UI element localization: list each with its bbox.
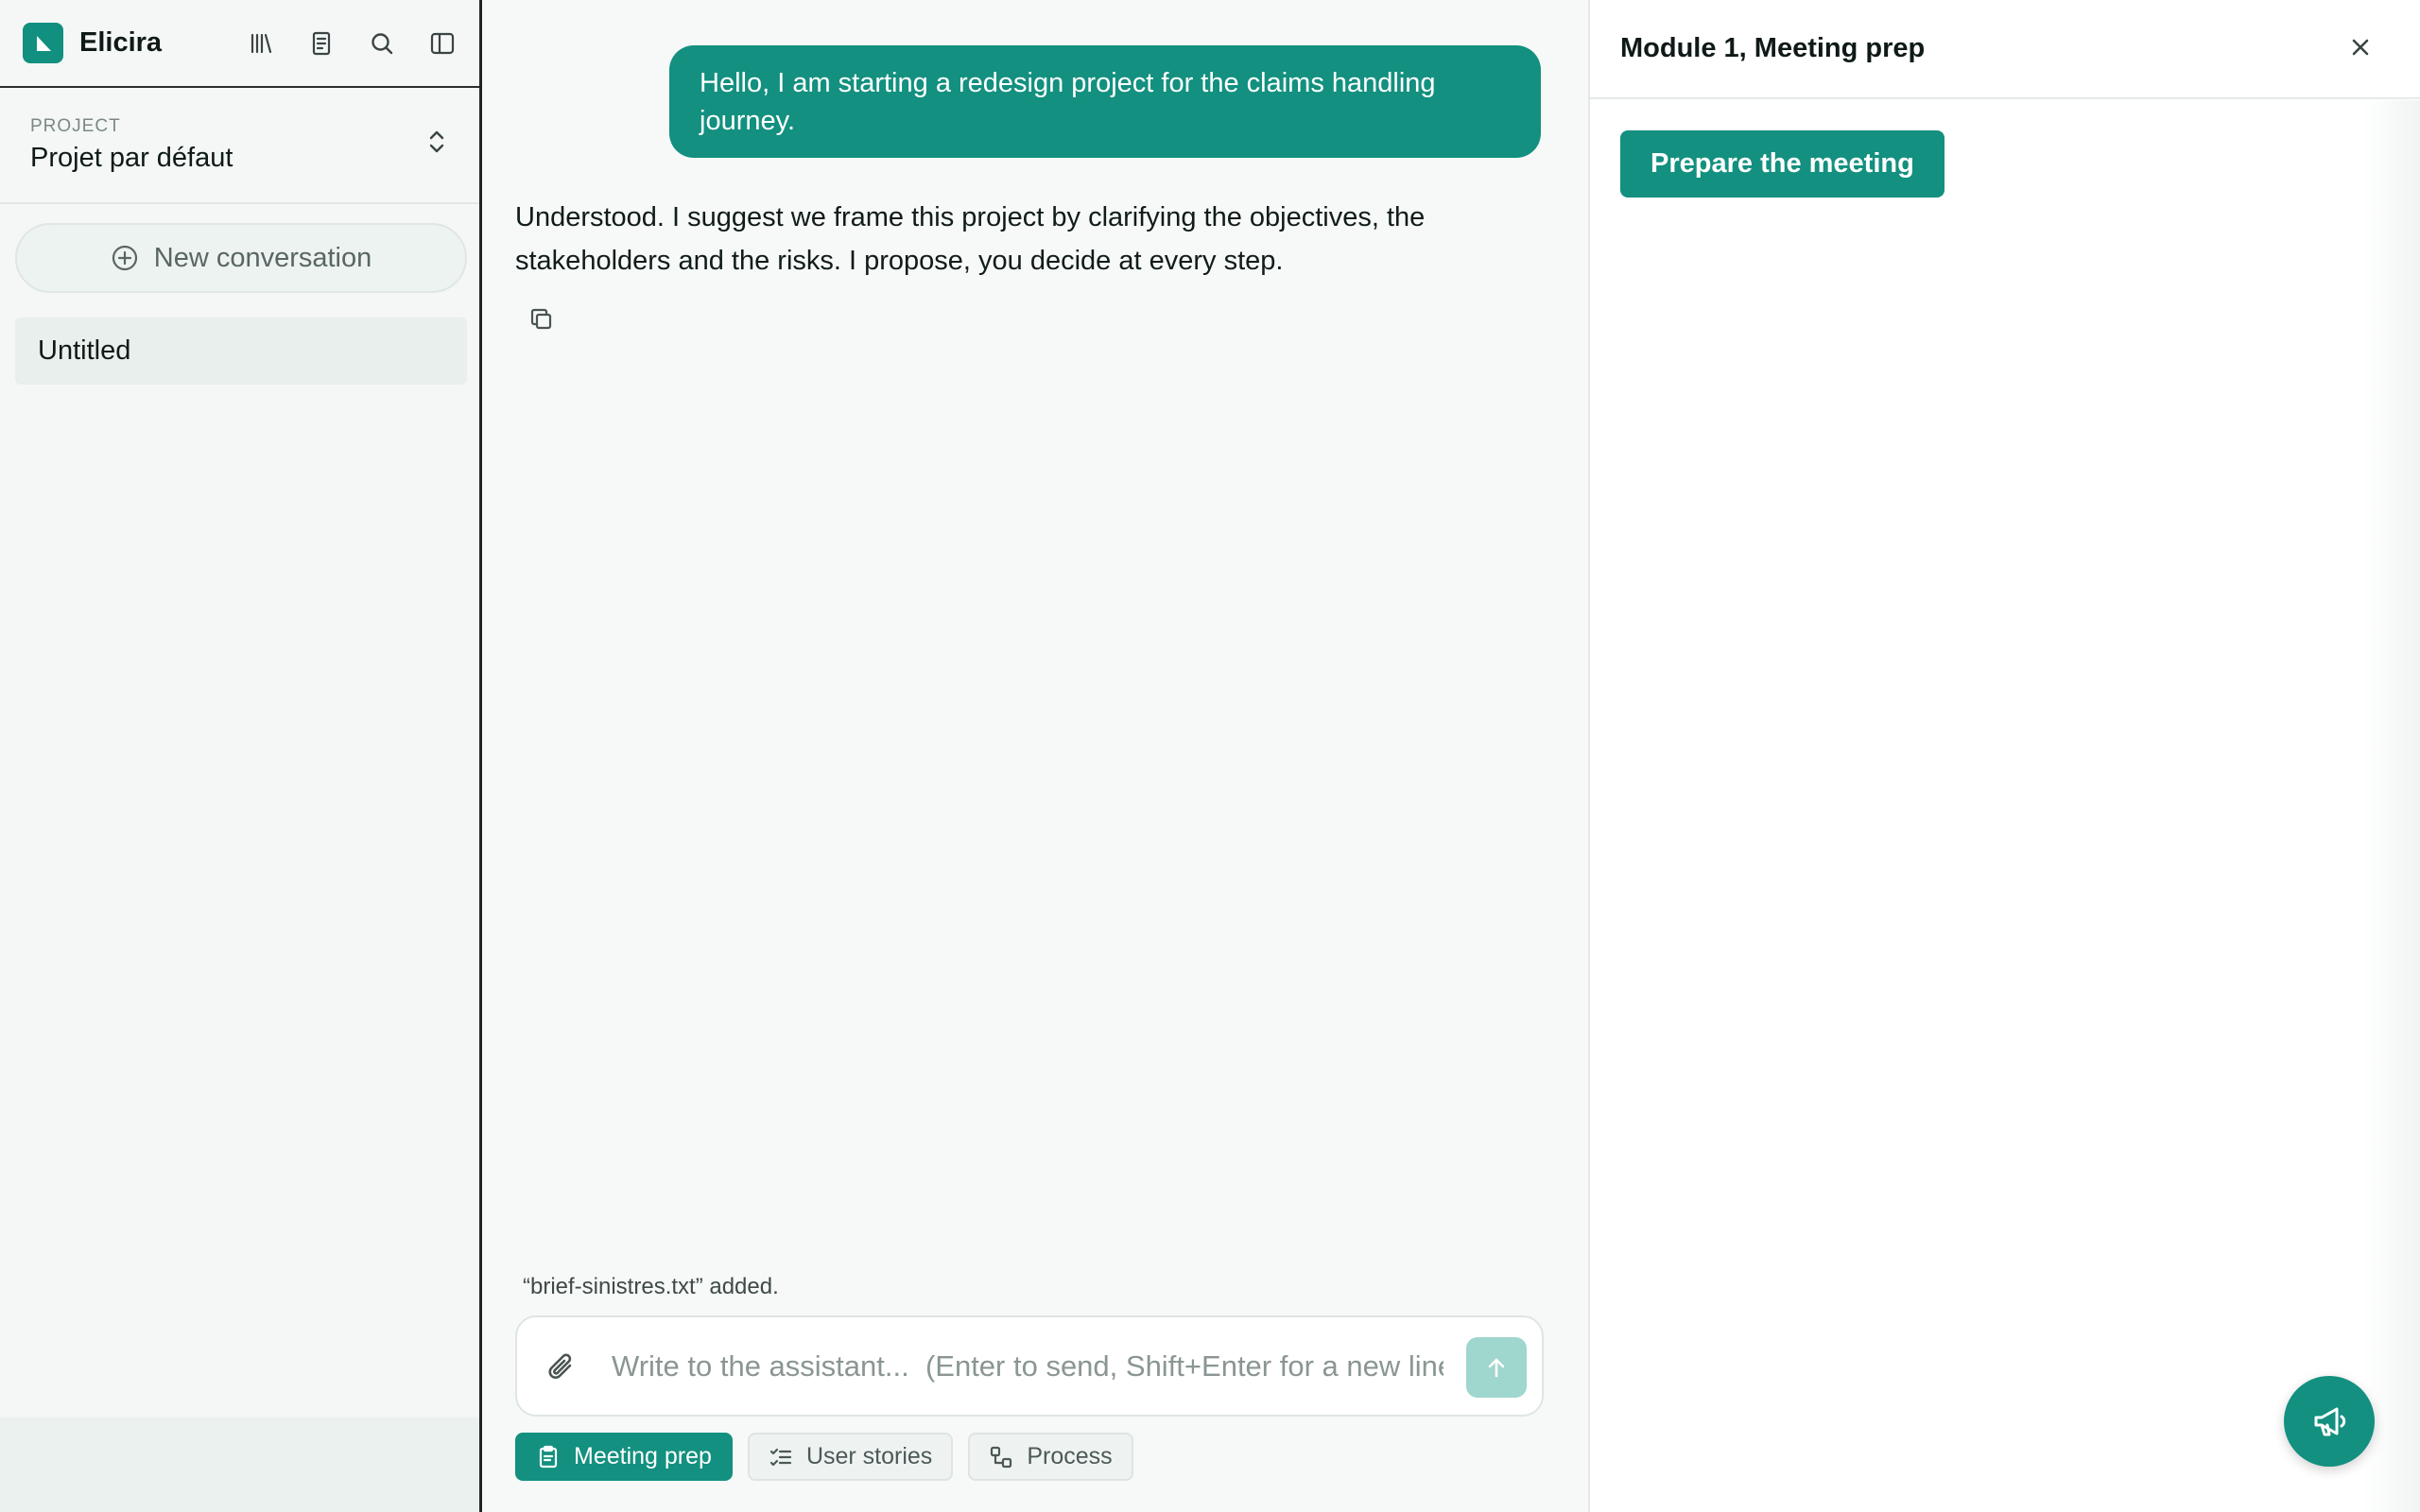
send-button[interactable] — [1466, 1337, 1527, 1398]
message-input[interactable] — [612, 1338, 1443, 1395]
copy-icon[interactable] — [525, 302, 559, 336]
panel-edge-shadow — [2363, 100, 2420, 1512]
close-icon[interactable] — [2346, 33, 2375, 61]
sidebar-header: Elicira — [0, 0, 479, 88]
project-caption: PROJECT — [30, 116, 121, 136]
chat-area: Hello, I am starting a redesign project … — [485, 0, 1588, 1512]
process-icon — [991, 1446, 1012, 1468]
file-added-notice: “brief-sinistres.txt” added. — [523, 1274, 779, 1299]
conversation-item[interactable]: Untitled — [15, 318, 467, 385]
panel-header: Module 1, Meeting prep — [1590, 0, 2420, 99]
clipboard-icon — [539, 1445, 558, 1468]
library-icon[interactable] — [245, 27, 277, 60]
module-chip-meeting-prep[interactable]: Meeting prep — [515, 1433, 733, 1481]
conversation-title: Untitled — [38, 335, 131, 366]
checklist-icon — [769, 1448, 792, 1466]
module-chips: Meeting prep User stories Process — [515, 1433, 1133, 1481]
module-chip-label: Meeting prep — [574, 1443, 712, 1469]
project-name: Projet par défaut — [30, 143, 233, 173]
project-selector[interactable]: PROJECT Projet par défaut — [0, 88, 479, 204]
message-composer — [515, 1315, 1544, 1417]
new-conversation-label: New conversation — [153, 242, 372, 273]
app-name: Elicira — [79, 27, 163, 58]
feedback-button[interactable] — [2284, 1376, 2375, 1467]
search-icon[interactable] — [366, 27, 398, 60]
panel-title: Module 1, Meeting prep — [1620, 33, 1926, 63]
app-logo-icon — [23, 23, 63, 63]
chevron-up-down-icon[interactable] — [426, 128, 447, 156]
plus-circle-icon — [112, 245, 137, 271]
arrow-up-icon — [1488, 1358, 1505, 1378]
module-chip-label: User stories — [805, 1443, 933, 1469]
sidebar: Elicira PROJECT Projet par défaut New co… — [0, 0, 482, 1512]
module-chip-user-stories[interactable]: User stories — [747, 1433, 954, 1481]
assistant-message: Understood. I suggest we frame this proj… — [515, 202, 1426, 276]
user-message: Hello, I am starting a redesign project … — [669, 45, 1541, 158]
new-conversation-button[interactable]: New conversation — [15, 223, 467, 293]
paperclip-icon[interactable] — [545, 1349, 578, 1385]
sidebar-toggle-icon[interactable] — [426, 27, 458, 60]
module-chip-label: Process — [1027, 1443, 1113, 1469]
megaphone-icon — [2314, 1407, 2346, 1436]
notes-icon[interactable] — [305, 27, 337, 60]
module-panel: Module 1, Meeting prep Prepare the meeti… — [1588, 0, 2420, 1512]
module-chip-process[interactable]: Process — [968, 1433, 1133, 1481]
prepare-meeting-button[interactable]: Prepare the meeting — [1620, 130, 1945, 198]
sidebar-footer — [0, 1418, 479, 1512]
